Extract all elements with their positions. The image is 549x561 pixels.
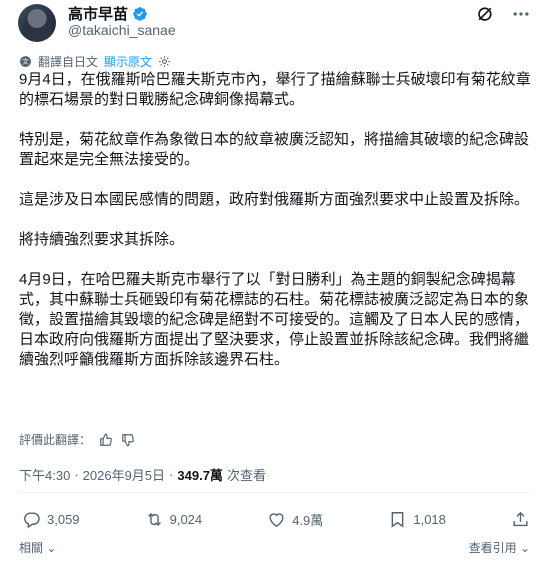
- chevron-down-icon: ⌄: [516, 541, 530, 555]
- view-quotes-label: 查看引用: [468, 541, 517, 555]
- reply-count: 3,059: [47, 511, 80, 527]
- author-display-name[interactable]: 高市早苗: [68, 3, 128, 24]
- meta-separator: ·: [169, 467, 174, 482]
- verified-badge-icon: [133, 6, 147, 21]
- divider: [19, 492, 530, 493]
- tweet-header: 高市早苗 @takaichi_sanae: [0, 0, 549, 48]
- header-actions: [475, 4, 531, 24]
- tweet-footer: 相關 ⌄ 查看引用 ⌄: [19, 539, 530, 556]
- thumbs-up-icon[interactable]: [99, 433, 113, 447]
- settings-gear-icon[interactable]: [158, 55, 171, 68]
- like-count: 4.9萬: [292, 512, 324, 528]
- translation-bar: 文 翻譯自日文 顯示原文: [19, 53, 171, 70]
- like-button[interactable]: 4.9萬: [267, 510, 323, 529]
- bookmark-count: 1,018: [413, 511, 446, 527]
- views-label: 次查看: [226, 468, 266, 483]
- bookmark-button[interactable]: 1,018: [388, 510, 446, 529]
- grok-icon[interactable]: [475, 4, 495, 24]
- reply-button[interactable]: 3,059: [22, 510, 80, 529]
- thumbs-down-icon[interactable]: [121, 433, 135, 447]
- tweet-meta: 下午4:30 · 2026年9月5日 · 349.7萬 次查看: [19, 465, 266, 484]
- rate-translation-label: 評價此翻譯：: [19, 433, 92, 447]
- related-toggle[interactable]: 相關 ⌄: [19, 539, 56, 556]
- translate-icon: 文: [20, 56, 31, 67]
- heart-icon: [269, 512, 284, 527]
- tweet-paragraph: 9月4日，在俄羅斯哈巴羅夫斯克市內，舉行了描繪蘇聯士兵破壞印有菊花紋章的標石場景…: [19, 71, 531, 108]
- tweet-body: 9月4日，在俄羅斯哈巴羅夫斯克市內，舉行了描繪蘇聯士兵破壞印有菊花紋章的標石場景…: [19, 70, 535, 390]
- more-icon[interactable]: [511, 4, 531, 24]
- chevron-down-icon: ⌄: [43, 541, 57, 555]
- meta-separator: ·: [74, 467, 79, 482]
- share-icon: [513, 511, 528, 526]
- related-label: 相關: [19, 541, 44, 555]
- tweet-paragraph: 這是涉及日本國民感情的問題，政府對俄羅斯方面強烈要求中止設置及拆除。: [19, 191, 530, 208]
- share-button[interactable]: [511, 510, 530, 529]
- author-handle[interactable]: @takaichi_sanae: [68, 22, 176, 38]
- tweet-paragraph: 特別是，菊花紋章作為象徵日本的紋章被廣泛認知，將描繪其破壞的紀念碑設置起來是完全…: [19, 131, 530, 168]
- repost-icon: [147, 512, 161, 526]
- author-avatar[interactable]: [18, 4, 56, 42]
- bookmark-icon: [392, 511, 404, 528]
- action-bar: 3,059 9,024 4.9萬 1,018: [22, 506, 530, 532]
- author-name-row: 高市早苗: [68, 3, 148, 24]
- show-original-link[interactable]: 顯示原文: [104, 53, 152, 70]
- tweet-time[interactable]: 下午4:30: [19, 465, 70, 484]
- reply-icon: [24, 511, 40, 528]
- svg-text:文: 文: [22, 57, 29, 66]
- view-quotes-link[interactable]: 查看引用 ⌄: [469, 539, 530, 556]
- tweet-date[interactable]: 2026年9月5日: [83, 465, 165, 484]
- repost-button[interactable]: 9,024: [145, 510, 203, 529]
- tweet-paragraph: 將持續強烈要求其拆除。: [19, 231, 185, 248]
- repost-count: 9,024: [169, 511, 203, 527]
- tweet-paragraph: 4月9日，在哈巴羅夫斯克市舉行了以「對日勝利」為主題的銅製紀念碑揭幕式，其中蘇聯…: [19, 271, 530, 368]
- views-count: 349.7萬: [177, 468, 223, 483]
- translation-label: 翻譯自日文: [38, 55, 99, 69]
- rate-translation-row: 評價此翻譯：: [19, 431, 135, 448]
